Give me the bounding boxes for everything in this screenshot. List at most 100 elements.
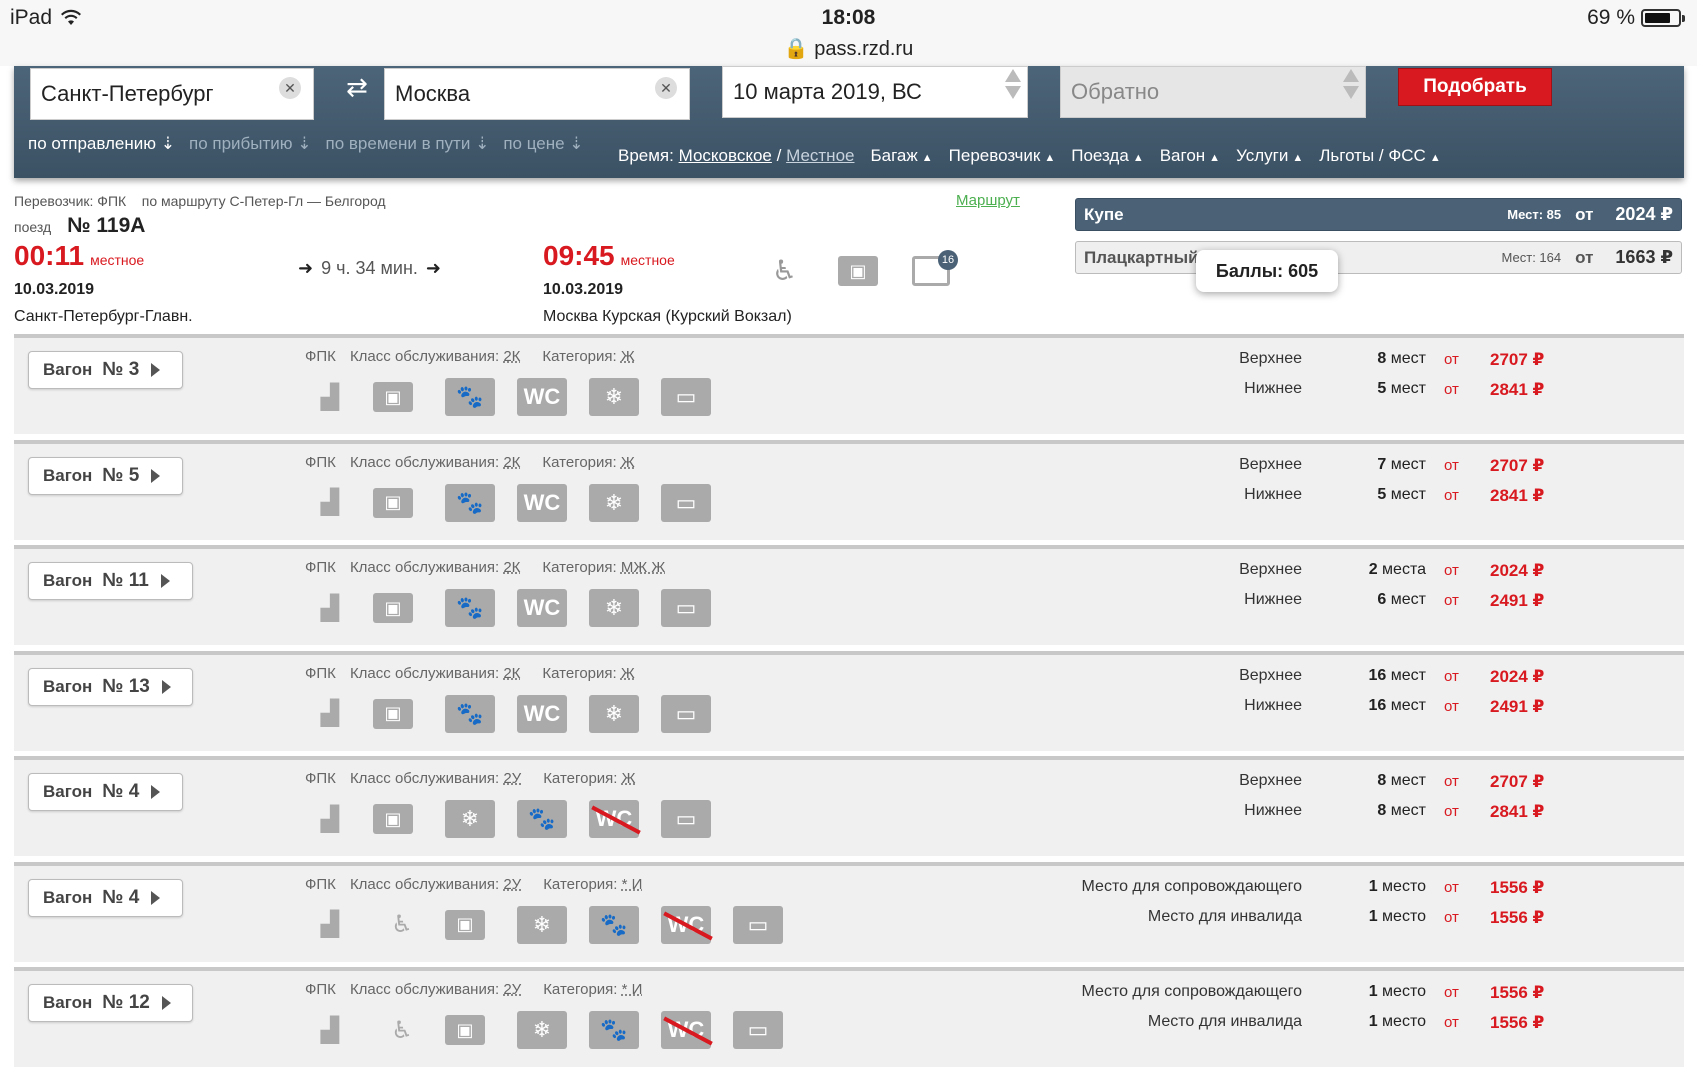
from-field[interactable]: Санкт-Петербург ✕ bbox=[30, 68, 314, 120]
filter-services[interactable]: Услуги bbox=[1236, 146, 1303, 166]
seat-price[interactable]: 1556 ₽ bbox=[1490, 983, 1544, 1003]
points-tooltip: Баллы: 605 bbox=[1196, 250, 1338, 292]
category-value[interactable]: * И bbox=[622, 981, 643, 998]
arrow-up-icon[interactable] bbox=[1005, 69, 1021, 82]
car-button[interactable]: Вагон № 4 bbox=[28, 878, 183, 917]
baggage-icon: ▣ bbox=[445, 909, 485, 940]
car-category: Категория: МЖ Ж bbox=[542, 559, 665, 576]
car-meta: ФПК Класс обслуживания: 2У Категория: Ж bbox=[305, 770, 636, 787]
battery-icon bbox=[1641, 9, 1685, 27]
seat-price[interactable]: 2024 ₽ bbox=[1490, 561, 1544, 581]
seat-price[interactable]: 2491 ₽ bbox=[1490, 591, 1544, 611]
sort-duration[interactable]: по времени в пути ⇣ bbox=[326, 134, 490, 154]
address-bar[interactable]: 🔒 pass.rzd.ru bbox=[0, 36, 1697, 61]
arr-note: местное bbox=[620, 252, 675, 268]
route-link[interactable]: Маршрут bbox=[956, 192, 1020, 209]
car-label: Вагон bbox=[43, 782, 93, 801]
seat-type: Верхнее bbox=[1239, 772, 1302, 789]
to-field[interactable]: Москва ✕ bbox=[384, 68, 690, 120]
wc-icon: WC bbox=[517, 589, 567, 627]
class-value[interactable]: 2У bbox=[503, 770, 521, 787]
time-moscow-link[interactable]: Московское bbox=[679, 146, 772, 165]
sort-departure[interactable]: по отправлению ⇣ bbox=[28, 134, 175, 154]
car-button[interactable]: Вагон № 13 bbox=[28, 667, 193, 706]
seat-price[interactable]: 2707 ₽ bbox=[1490, 350, 1544, 370]
return-stepper[interactable] bbox=[1343, 69, 1359, 99]
baggage-icon: ▣ bbox=[445, 1015, 485, 1045]
seat-price[interactable]: 2491 ₽ bbox=[1490, 697, 1544, 717]
seat-price[interactable]: 1556 ₽ bbox=[1490, 908, 1544, 928]
status-right: 69 % bbox=[1587, 6, 1685, 30]
seat-type: Место для сопровождающего bbox=[1081, 983, 1302, 1000]
seat-price[interactable]: 2841 ₽ bbox=[1490, 380, 1544, 400]
category-value[interactable]: Ж bbox=[622, 770, 636, 787]
seat-price[interactable]: 2841 ₽ bbox=[1490, 486, 1544, 506]
date-field[interactable]: 10 марта 2019, ВС bbox=[722, 66, 1028, 118]
car-button[interactable]: Вагон № 5 bbox=[28, 456, 183, 495]
arrow-down-icon[interactable] bbox=[1005, 86, 1021, 99]
price-from: от bbox=[1444, 878, 1459, 896]
arrow-up-icon[interactable] bbox=[1343, 69, 1359, 82]
filter-baggage[interactable]: Багаж bbox=[870, 146, 932, 166]
filter-carrier[interactable]: Перевозчик bbox=[949, 146, 1056, 166]
time-local-link[interactable]: Местное bbox=[786, 146, 854, 165]
car-category: Категория: Ж bbox=[543, 770, 635, 787]
return-date-field[interactable]: Обратно bbox=[1060, 66, 1366, 118]
search-button[interactable]: Подобрать bbox=[1398, 68, 1552, 106]
car-category: Категория: * И bbox=[543, 981, 642, 998]
no-wc-icon: WC bbox=[661, 1011, 711, 1049]
arrow-down-icon[interactable] bbox=[1343, 86, 1359, 99]
seat-price[interactable]: 2707 ₽ bbox=[1490, 772, 1544, 792]
seat-count: 2 места bbox=[1336, 561, 1426, 579]
class-value[interactable]: 2У bbox=[503, 876, 521, 893]
class-value[interactable]: 2К bbox=[503, 665, 520, 682]
car-class: Класс обслуживания: 2К bbox=[350, 559, 520, 576]
arrival-date: 10.03.2019 bbox=[543, 281, 624, 298]
wheelchair-icon: ♿ bbox=[772, 255, 798, 286]
air-conditioning-icon: ❄ bbox=[517, 1011, 567, 1049]
train-header: Перевозчик: ФПК по маршруту С-Петер-Гл —… bbox=[0, 186, 1697, 334]
seat-count-value: 6 bbox=[1377, 591, 1387, 608]
filter-trains[interactable]: Поезда bbox=[1071, 146, 1143, 166]
clear-from-icon[interactable]: ✕ bbox=[279, 77, 301, 99]
bedding-icon: ▭ bbox=[661, 694, 711, 733]
arrival-station: Москва Курская (Курский Вокзал) bbox=[543, 308, 792, 325]
car-button[interactable]: Вагон № 12 bbox=[28, 984, 193, 1022]
seat-type: Место для инвалида bbox=[1147, 1013, 1302, 1030]
category-value[interactable]: Ж bbox=[621, 348, 635, 365]
filter-car[interactable]: Вагон bbox=[1160, 146, 1220, 166]
class-value[interactable]: 2К bbox=[503, 454, 520, 471]
car-button[interactable]: Вагон № 4 bbox=[28, 773, 183, 811]
filter-benefits[interactable]: Льготы / ФСС bbox=[1319, 146, 1440, 166]
date-stepper[interactable] bbox=[1005, 69, 1021, 99]
class-value[interactable]: 2У bbox=[503, 981, 521, 998]
arrival-time: 09:45 местное bbox=[543, 240, 675, 272]
car-button[interactable]: Вагон № 3 bbox=[28, 351, 183, 389]
seat-price[interactable]: 2707 ₽ bbox=[1490, 456, 1544, 476]
class-value[interactable]: 2К bbox=[503, 348, 520, 365]
seat-count: 7 мест bbox=[1336, 456, 1426, 474]
return-placeholder: Обратно bbox=[1071, 79, 1160, 104]
seat-price[interactable]: 2841 ₽ bbox=[1490, 802, 1544, 822]
category-value[interactable]: * И bbox=[622, 876, 643, 893]
class-platskart[interactable]: Плацкартный Мест: 164 от 1663 ₽ bbox=[1075, 241, 1682, 274]
category-value[interactable]: МЖ Ж bbox=[621, 559, 665, 576]
class-value[interactable]: 2К bbox=[503, 559, 520, 576]
seat-price[interactable]: 2024 ₽ bbox=[1490, 667, 1544, 687]
car-button[interactable]: Вагон № 11 bbox=[28, 562, 193, 600]
car-label: Вагон bbox=[43, 676, 93, 696]
car-row: Вагон № 4 ФПК Класс обслуживания: 2У Кат… bbox=[14, 756, 1684, 856]
swap-icon[interactable]: ⇄ bbox=[346, 72, 368, 103]
category-value[interactable]: Ж bbox=[621, 665, 635, 682]
clear-to-icon[interactable]: ✕ bbox=[655, 77, 677, 99]
seat-price[interactable]: 1556 ₽ bbox=[1490, 878, 1544, 898]
seat-count: 5 мест bbox=[1336, 486, 1426, 504]
sort-label: по времени в пути bbox=[325, 134, 471, 153]
class-kupe[interactable]: Купе Мест: 85 от 2024 ₽ bbox=[1075, 198, 1682, 231]
sort-price[interactable]: по цене ⇣ bbox=[503, 134, 583, 154]
category-value[interactable]: Ж bbox=[621, 454, 635, 471]
pet-icon: 🐾 bbox=[445, 378, 495, 416]
sort-arrival[interactable]: по прибытию ⇣ bbox=[189, 134, 312, 154]
seat-price[interactable]: 1556 ₽ bbox=[1490, 1013, 1544, 1033]
stats-icon: ▟ bbox=[320, 489, 340, 516]
